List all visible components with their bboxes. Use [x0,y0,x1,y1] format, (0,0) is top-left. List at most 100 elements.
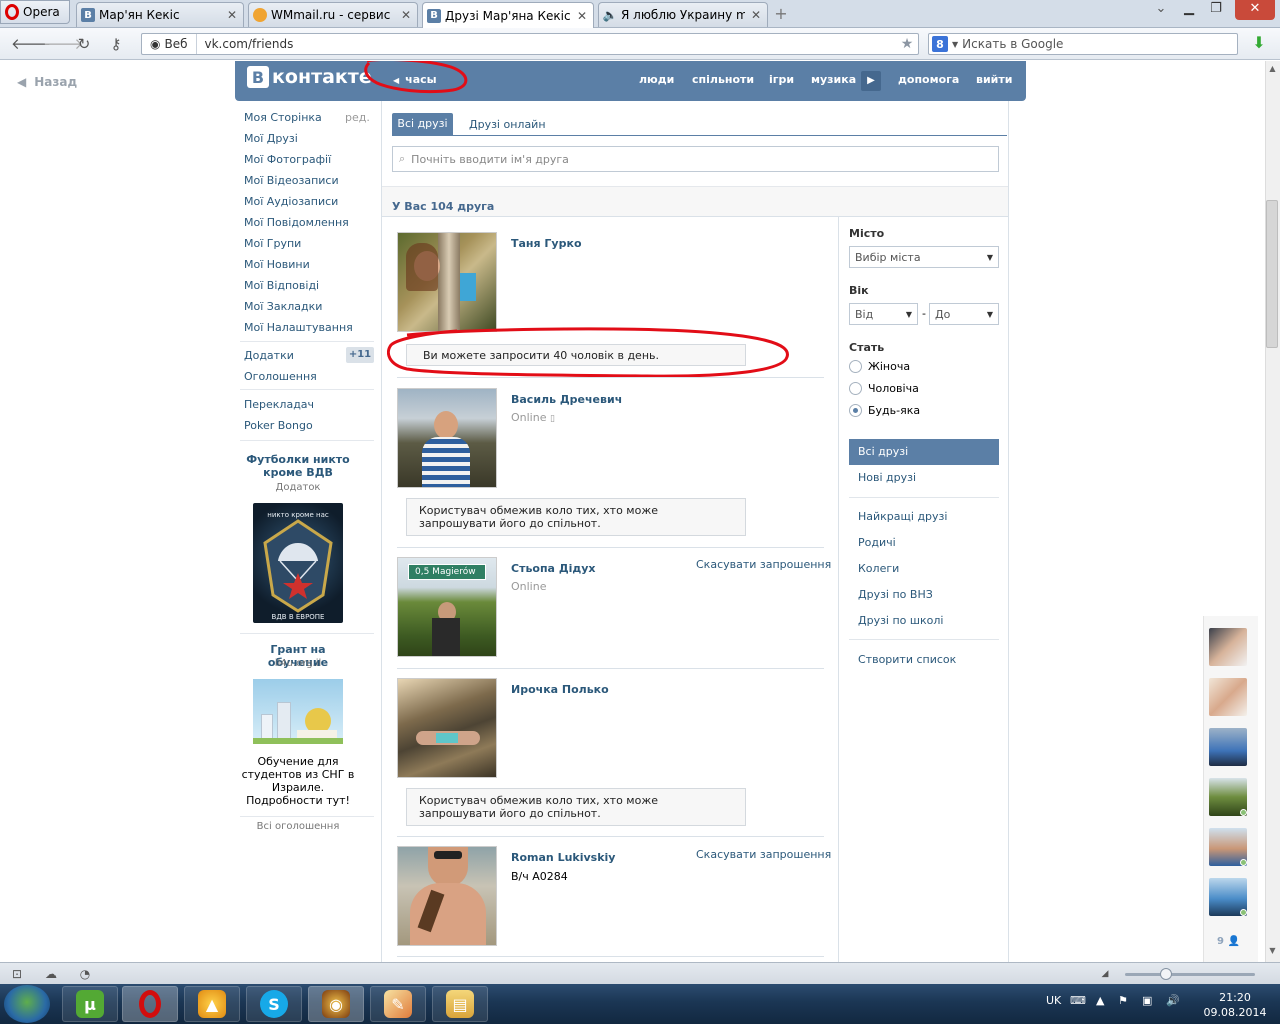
forward-arrow-icon[interactable]: 🡒 [43,36,83,52]
reload-icon[interactable]: ↻ [75,36,93,52]
google-icon[interactable]: 8 [932,36,948,52]
right-menu-all-friends[interactable]: Всі друзі [849,439,999,465]
menu-my-groups[interactable]: Мої Групи [244,237,301,250]
scroll-down-icon[interactable]: ▼ [1266,946,1279,958]
tab-online-friends[interactable]: Друзі онлайн [469,118,546,131]
start-button[interactable] [4,985,50,1023]
browser-tab[interactable]: B Мар'ян Кекіс ✕ [76,2,244,27]
menu-my-messages[interactable]: Мої Повідомлення [244,216,349,229]
list-university[interactable]: Друзі по ВНЗ [858,588,933,601]
close-window-icon[interactable]: ✕ [1235,0,1275,20]
browser-tab[interactable]: 🔈 Я люблю Украину mp... ✕ [598,2,768,27]
nav-games[interactable]: ігри [769,73,794,86]
vk-logo[interactable]: В контакте [247,66,372,88]
menu-my-settings[interactable]: Мої Налаштування [244,321,353,334]
taskbar-app-explorer[interactable]: ▤ [432,986,488,1022]
menu-my-news[interactable]: Мої Новини [244,258,310,271]
bookmark-star-icon[interactable]: ★ [896,36,918,52]
nav-logout[interactable]: вийти [976,73,1012,86]
friend-photo[interactable]: 0,5 Magierów [397,557,497,657]
ad-image[interactable] [253,679,343,744]
chat-online-count[interactable]: 9 👤 [1217,936,1240,947]
friend-name[interactable]: Ирочка Полько [511,683,609,696]
tray-expand-icon[interactable]: ▲ [1096,994,1104,1007]
cloud-icon[interactable]: ☁ [44,967,58,981]
language-indicator[interactable]: UK [1046,994,1061,1007]
menu-ads[interactable]: Оголошення [244,370,317,383]
menu-poker[interactable]: Poker Bongo [244,419,313,432]
menu-my-bookmarks[interactable]: Мої Закладки [244,300,322,313]
browser-tab-active[interactable]: B Друзі Мар'яна Кекіса |... ✕ [422,2,594,28]
right-menu-new-friends[interactable]: Нові друзі [858,471,916,484]
radio-button[interactable] [849,360,862,373]
sex-option-female[interactable]: Жіноча [849,360,910,373]
nav-help[interactable]: допомога [898,73,959,86]
network-icon[interactable]: ▣ [1142,994,1152,1007]
chat-contact-avatar[interactable] [1209,628,1247,666]
scroll-up-icon[interactable]: ▲ [1266,64,1279,76]
tab-menu-icon[interactable]: ⌄ [1148,0,1174,20]
chat-contact-avatar[interactable] [1209,678,1247,716]
taskbar-app-opera[interactable] [122,986,178,1022]
menu-my-videos[interactable]: Мої Відеозаписи [244,174,339,187]
taskbar-app-paint[interactable]: ✎ [370,986,426,1022]
menu-my-friends[interactable]: Мої Друзі [244,132,298,145]
radio-button[interactable] [849,382,862,395]
panel-toggle-icon[interactable]: ⊡ [10,967,24,981]
ad-text[interactable]: Обучение для студентов из СНГ в Израиле.… [240,755,356,807]
speed-dial-icon[interactable]: ◔ [78,967,92,981]
close-tab-icon[interactable]: ✕ [575,9,589,23]
system-clock[interactable]: 21:20 09.08.2014 [1200,990,1270,1020]
age-from-select[interactable]: Від ▼ [849,303,918,325]
menu-my-replies[interactable]: Мої Відповіді [244,279,319,292]
zoom-slider-knob[interactable] [1160,968,1172,980]
close-tab-icon[interactable]: ✕ [399,8,413,22]
close-tab-icon[interactable]: ✕ [749,8,763,22]
flag-icon[interactable]: ⚑ [1118,994,1128,1007]
friend-name[interactable]: Василь Дречевич [511,393,622,406]
friend-photo[interactable] [397,232,497,332]
list-best-friends[interactable]: Найкращі друзі [858,510,947,523]
download-icon[interactable]: ⬇ [1250,34,1268,52]
tab-all-friends[interactable]: Всі друзі [392,113,453,135]
menu-my-page[interactable]: Моя Сторінка [244,111,322,124]
url-text[interactable]: vk.com/friends [197,37,897,51]
cancel-invite-link[interactable]: Скасувати запрошення [696,848,831,861]
apps-count-badge[interactable]: +11 [346,347,374,363]
friend-search-input[interactable]: ⌕ Почніть вводити ім'я друга [392,146,999,172]
minimize-icon[interactable]: ▁ [1176,0,1202,20]
play-icon[interactable]: ▶ [861,71,881,91]
opera-menu-button[interactable]: Opera [0,0,70,24]
search-field[interactable]: 8 ▼ Искать в Google [928,33,1238,55]
list-school[interactable]: Друзі по школі [858,614,943,627]
radio-button-selected[interactable] [849,404,862,417]
friend-name[interactable]: Стьопа Дідух [511,562,596,575]
zoom-slider-track[interactable] [1125,973,1255,976]
new-tab-icon[interactable]: + [773,6,789,22]
web-badge[interactable]: ◉ Веб [142,34,197,54]
city-select[interactable]: Вибір міста ▼ [849,246,999,268]
age-to-select[interactable]: До ▼ [929,303,999,325]
scrollbar-thumb[interactable] [1266,200,1278,348]
chat-contact-avatar[interactable] [1209,728,1247,766]
friend-photo[interactable] [397,846,497,946]
back-link[interactable]: ◀ Назад [17,75,77,89]
list-relatives[interactable]: Родичі [858,536,896,549]
nav-communities[interactable]: спільноти [692,73,754,86]
close-tab-icon[interactable]: ✕ [225,8,239,22]
keyboard-icon[interactable]: ⌨ [1070,994,1086,1007]
friend-photo[interactable] [397,678,497,778]
all-ads-link[interactable]: Всі оголошення [240,821,356,832]
ad-image[interactable]: никто кроме нас ВДВ В ЕВРОПЕ [253,503,343,623]
taskbar-app-utorrent[interactable]: µ [62,986,118,1022]
nav-people[interactable]: люди [639,73,674,86]
friend-name[interactable]: Таня Гурко [511,237,582,250]
ad-title[interactable]: Футболки никто кроме ВДВ [240,453,356,479]
taskbar-app-mortal-kombat[interactable]: ◉ [308,986,364,1022]
create-list-link[interactable]: Створити список [858,653,956,666]
chevron-down-icon[interactable]: ▼ [952,40,958,49]
taskbar-app-skype[interactable]: S [246,986,302,1022]
menu-my-audio[interactable]: Мої Аудіозаписи [244,195,338,208]
edit-link[interactable]: ред. [345,111,370,124]
key-icon[interactable]: ⚷ [107,36,125,52]
